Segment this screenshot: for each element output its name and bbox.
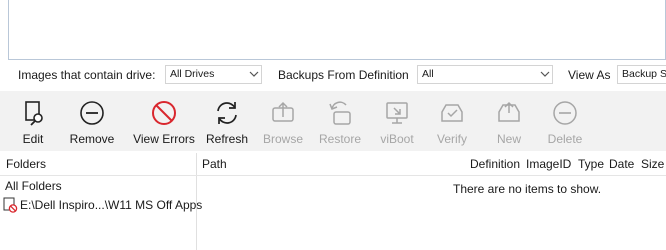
toolbar: Edit Remove View Errors Refresh Browse R… bbox=[0, 91, 666, 151]
view-as-label: View As bbox=[568, 68, 611, 82]
view-as-value: Backup Se bbox=[622, 68, 666, 80]
browse-button[interactable]: Browse bbox=[260, 91, 306, 151]
remove-label: Remove bbox=[69, 132, 115, 146]
chevron-down-icon bbox=[249, 71, 259, 77]
chevron-down-icon bbox=[540, 71, 550, 77]
view-errors-label: View Errors bbox=[133, 132, 195, 146]
viboot-icon bbox=[386, 102, 408, 124]
edit-label: Edit bbox=[22, 132, 44, 146]
folder-item-label: E:\Dell Inspiro...\W11 MS Off Apps bbox=[20, 198, 203, 212]
folder-root-all-folders[interactable]: All Folders bbox=[5, 179, 62, 193]
browse-icon bbox=[272, 101, 294, 122]
column-header-path[interactable]: Path bbox=[202, 153, 227, 175]
folders-pane: Folders All Folders E:\Dell Inspiro...\W… bbox=[0, 153, 202, 250]
drive-filter-dropdown[interactable]: All Drives bbox=[165, 65, 262, 84]
folder-error-icon bbox=[3, 197, 18, 213]
restore-label: Restore bbox=[318, 132, 362, 146]
viboot-label: viBoot bbox=[380, 132, 414, 146]
viboot-button[interactable]: viBoot bbox=[374, 91, 420, 151]
column-header-type[interactable]: Type bbox=[578, 153, 604, 175]
empty-list-message: There are no items to show. bbox=[453, 182, 602, 196]
pane-divider[interactable] bbox=[196, 153, 197, 250]
verify-label: Verify bbox=[436, 132, 467, 146]
definition-filter-value: All bbox=[422, 68, 434, 80]
folders-header-divider bbox=[0, 175, 197, 176]
refresh-label: Refresh bbox=[205, 132, 249, 146]
remove-button[interactable]: Remove bbox=[65, 91, 119, 151]
new-button[interactable]: New bbox=[488, 91, 530, 151]
delete-label: Delete bbox=[547, 132, 583, 146]
definition-filter-dropdown[interactable]: All bbox=[417, 65, 553, 84]
column-header-definition[interactable]: Definition bbox=[470, 153, 520, 175]
restore-button[interactable]: Restore bbox=[316, 91, 364, 151]
remove-icon bbox=[80, 101, 104, 125]
verify-button[interactable]: Verify bbox=[430, 91, 474, 151]
view-errors-button[interactable]: View Errors bbox=[130, 91, 198, 151]
view-as-dropdown[interactable]: Backup Se bbox=[617, 65, 666, 84]
filter-row: Images that contain drive: All Drives Ba… bbox=[0, 64, 666, 86]
delete-button[interactable]: Delete bbox=[542, 91, 588, 151]
no-entry-icon bbox=[152, 101, 176, 125]
verify-icon bbox=[441, 104, 463, 122]
restore-icon bbox=[329, 101, 351, 125]
new-label: New bbox=[496, 132, 521, 146]
column-header-date[interactable]: Date bbox=[609, 153, 634, 175]
refresh-icon bbox=[217, 102, 237, 124]
drive-filter-value: All Drives bbox=[170, 68, 215, 80]
edit-button[interactable]: Edit bbox=[10, 91, 56, 151]
folder-item[interactable]: E:\Dell Inspiro...\W11 MS Off Apps bbox=[3, 197, 202, 213]
edit-icon bbox=[25, 101, 43, 126]
column-header-imageid[interactable]: ImageID bbox=[526, 153, 571, 175]
browse-label: Browse bbox=[262, 132, 303, 146]
folders-header: Folders bbox=[6, 157, 47, 171]
drive-filter-label: Images that contain drive: bbox=[18, 68, 156, 82]
new-icon bbox=[498, 101, 520, 122]
column-header-size[interactable]: Size bbox=[641, 153, 664, 175]
refresh-button[interactable]: Refresh bbox=[203, 91, 251, 151]
definition-filter-label: Backups From Definition bbox=[278, 68, 409, 82]
list-header-divider bbox=[197, 175, 666, 176]
notes-textarea[interactable] bbox=[8, 0, 666, 60]
delete-icon bbox=[553, 101, 577, 125]
